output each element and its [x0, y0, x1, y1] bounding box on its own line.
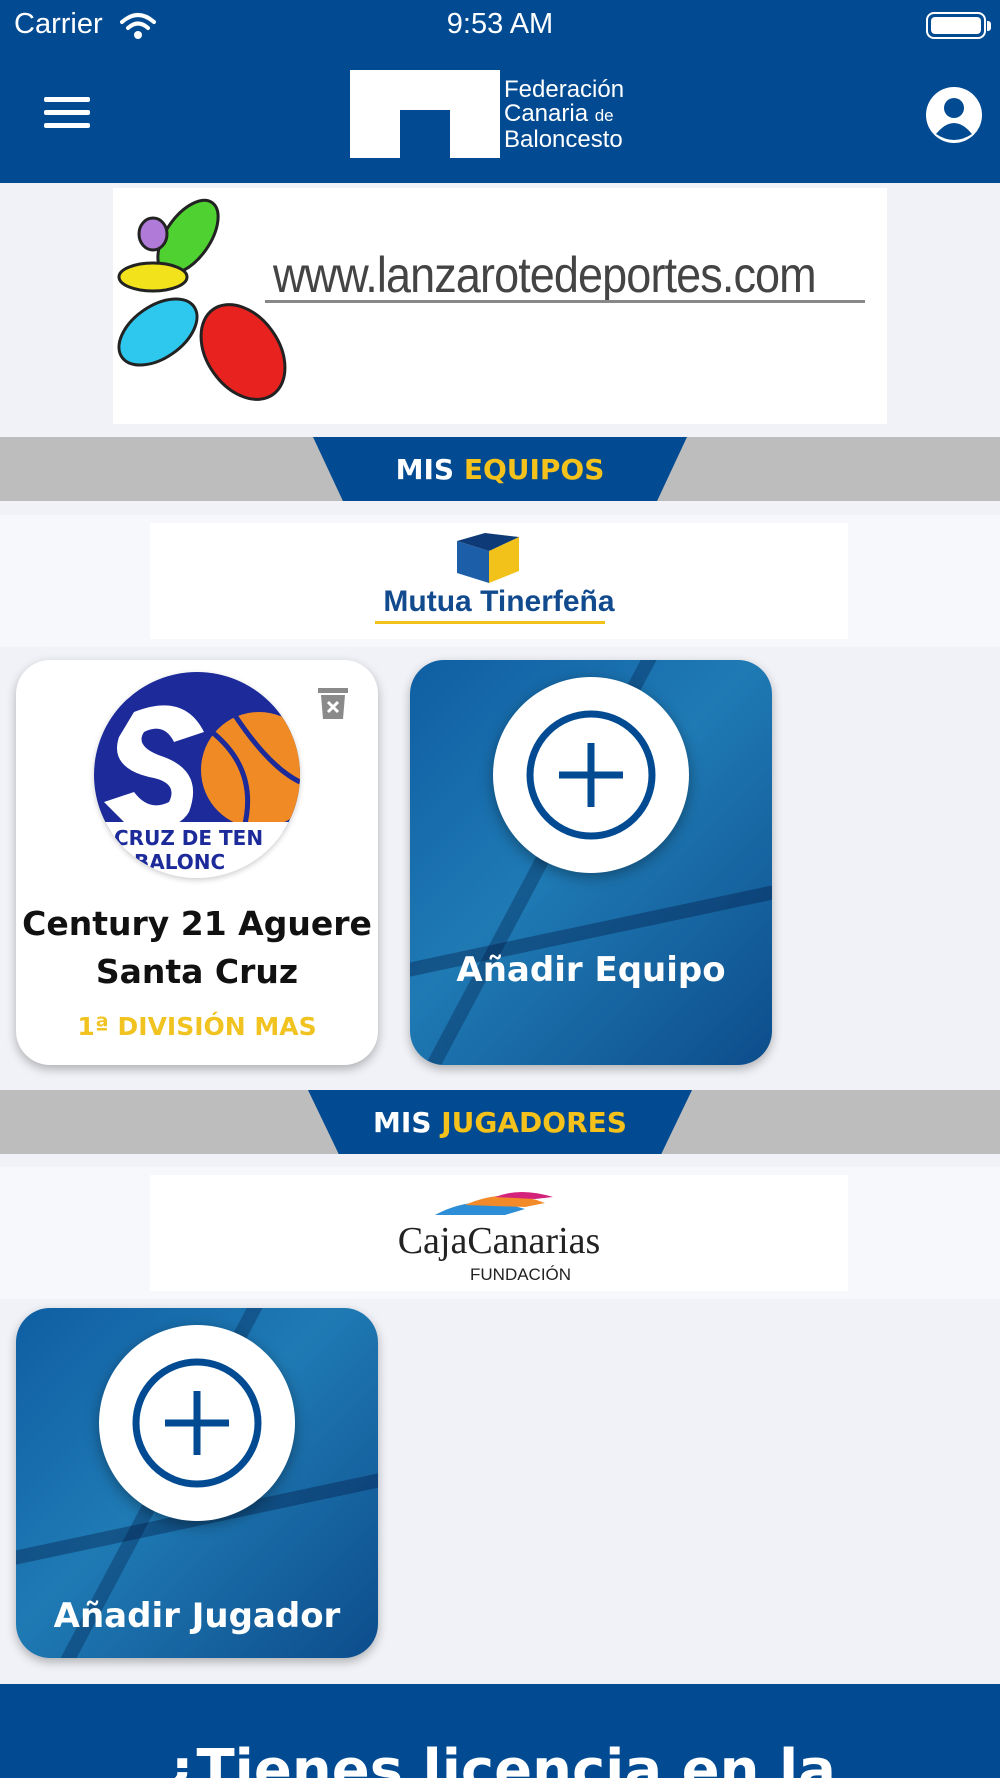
add-player-card[interactable]: Añadir Jugador: [16, 1308, 378, 1658]
logo-line3: Baloncesto: [504, 126, 623, 153]
mutua-logo-icon: [457, 533, 519, 583]
ad-underline: [265, 300, 865, 303]
user-profile-icon[interactable]: [925, 86, 983, 144]
section-prefix: MIS: [373, 1106, 432, 1139]
cajacanarias-fundacion: FUNDACIÓN: [470, 1265, 572, 1284]
lanzarote-logo-icon: [117, 198, 287, 401]
team-card[interactable]: CRUZ DE TEN BALONC Century 21 Aguere San…: [16, 660, 378, 1065]
section-title-jugadores: MIS JUGADORES: [0, 1106, 1000, 1139]
logo-line1: Federación: [504, 76, 625, 103]
ad-url-text: www.lanzarotedeportes.com: [273, 247, 817, 303]
section-header-jugadores: MIS JUGADORES: [0, 1090, 1000, 1154]
fcb-logo: Federación Canaria de Baloncesto: [350, 70, 660, 158]
hamburger-menu-button[interactable]: [44, 97, 90, 133]
license-banner-text: ¿Tienes licencia en la: [164, 1738, 836, 1778]
section-title-equipos: MIS EQUIPOS: [0, 453, 1000, 486]
plus-circle-icon: [526, 710, 656, 840]
section-prefix: MIS: [395, 453, 455, 486]
delete-team-trash-icon[interactable]: [316, 686, 350, 720]
team-division: 1ª DIVISIÓN MAS: [77, 1012, 317, 1041]
cajacanarias-logo-icon: [435, 1192, 553, 1215]
section-header-equipos: MIS EQUIPOS: [0, 437, 1000, 501]
crest-text-line2: BALONC: [134, 850, 226, 874]
status-bar: Carrier 9:53 AM: [0, 0, 1000, 52]
logo-line2: Canaria: [504, 100, 589, 127]
license-banner[interactable]: ¿Tienes licencia en la: [0, 1684, 1000, 1778]
add-team-card[interactable]: Añadir Equipo: [410, 660, 772, 1065]
ad-banner-lanzarote[interactable]: www.lanzarotedeportes.com: [113, 188, 887, 424]
add-player-button[interactable]: [99, 1325, 295, 1521]
team-name-line1: Century 21 Aguere: [22, 904, 372, 943]
app-header: Carrier 9:53 AM Federación Canaria de Ba…: [0, 0, 1000, 183]
add-player-label: Añadir Jugador: [53, 1596, 341, 1636]
clock: 9:53 AM: [446, 8, 554, 40]
add-team-label: Añadir Equipo: [456, 950, 726, 990]
add-team-button[interactable]: [493, 677, 689, 873]
mutua-logo-text: Mutua Tinerfeña: [383, 585, 615, 618]
logo-line2-small: de: [594, 106, 614, 125]
crest-text-line1: CRUZ DE TEN: [114, 826, 264, 850]
team-name: Century 21 Aguere Santa Cruz: [16, 900, 378, 996]
sponsor-banner-mutua[interactable]: Mutua Tinerfeña: [0, 515, 1000, 647]
cajacanarias-name: CajaCanarias: [397, 1220, 601, 1262]
team-name-line2: Santa Cruz: [95, 952, 299, 991]
section-highlight: EQUIPOS: [463, 453, 605, 486]
sponsor-banner-cajacanarias[interactable]: CajaCanarias FUNDACIÓN: [0, 1167, 1000, 1299]
section-highlight: JUGADORES: [441, 1106, 627, 1139]
team-crest-image: CRUZ DE TEN BALONC: [94, 672, 300, 878]
plus-circle-icon: [132, 1358, 262, 1488]
battery-icon: [926, 12, 991, 39]
